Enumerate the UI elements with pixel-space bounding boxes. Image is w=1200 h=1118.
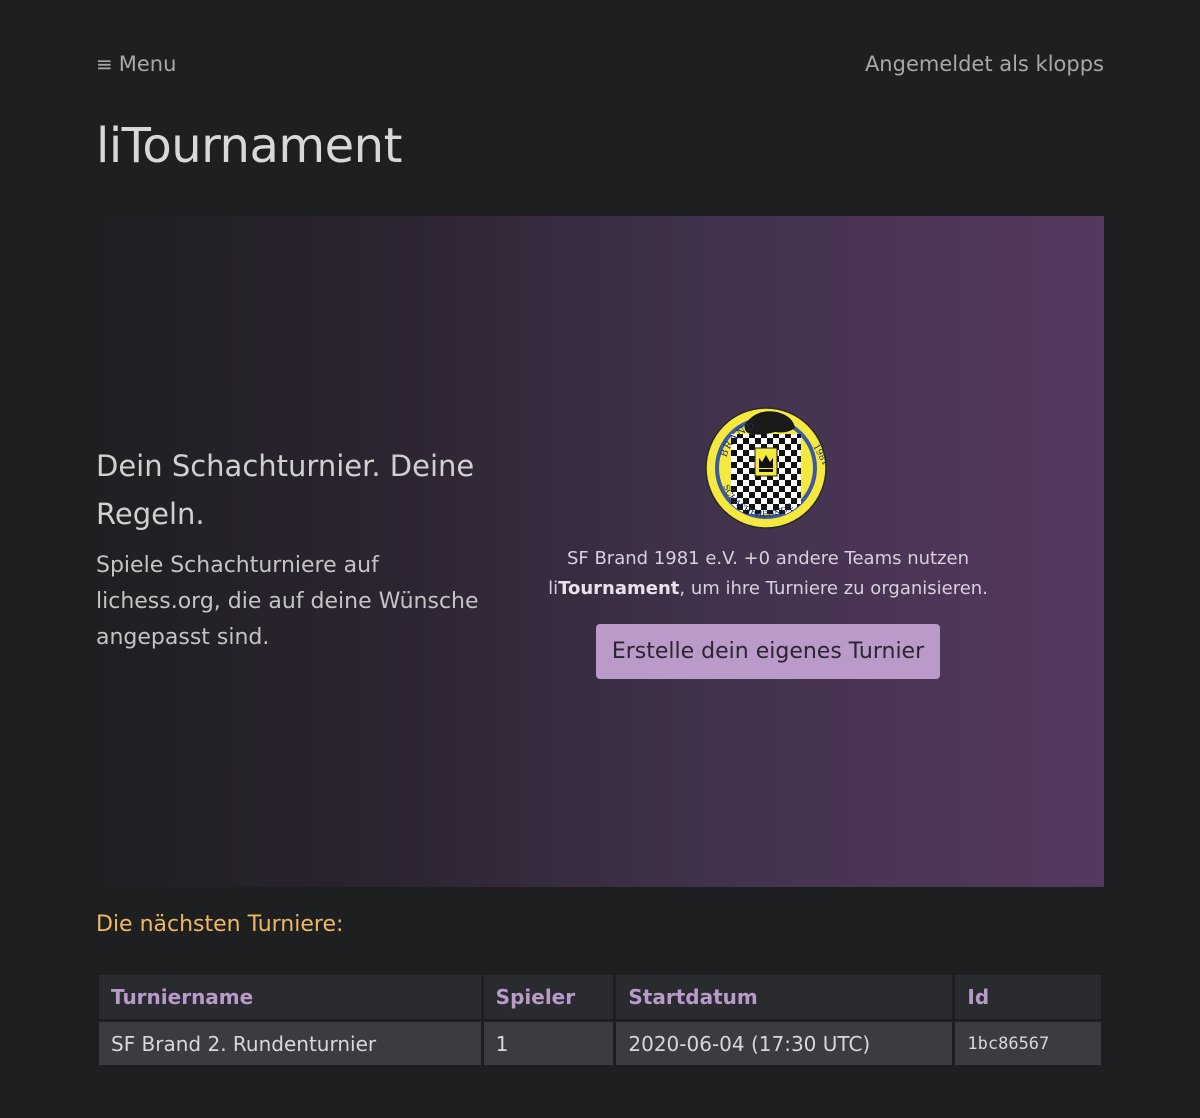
menu-button[interactable]: ≡ Menu bbox=[96, 52, 176, 76]
column-header-players[interactable]: Spieler bbox=[483, 975, 614, 1019]
hero-banner: Dein Schachturnier. Deine Regeln. Spiele… bbox=[96, 216, 1104, 887]
page-title: liTournament bbox=[96, 118, 402, 174]
upcoming-heading: Die nächsten Turniere: bbox=[96, 912, 344, 937]
column-header-start-date[interactable]: Startdatum bbox=[616, 975, 953, 1019]
tournament-id-cell: 1bc86567 bbox=[955, 1022, 1101, 1065]
teams-brand-bold: Tournament bbox=[558, 578, 680, 599]
top-bar: ≡ Menu Angemeldet als klopps bbox=[96, 50, 1104, 78]
hero-subtext: Spiele Schachturniere auf lichess.org, d… bbox=[96, 553, 479, 650]
hero-teams-panel: BRAND 1981 SCHACHFREUNDE SF Brand 1981 e… bbox=[526, 402, 1010, 679]
teams-brand-plain: li bbox=[548, 578, 559, 599]
teams-statement: SF Brand 1981 e.V. +0 andere Teams nutze… bbox=[526, 544, 1010, 604]
start-date-cell: 2020-06-04 (17:30 UTC) bbox=[616, 1022, 953, 1065]
logged-in-user: Angemeldet als klopps bbox=[864, 52, 1104, 76]
teams-suffix: , um ihre Turniere zu organisieren. bbox=[679, 578, 988, 599]
club-logo: BRAND 1981 SCHACHFREUNDE bbox=[705, 407, 830, 529]
tournament-name-cell[interactable]: SF Brand 2. Rundenturnier bbox=[99, 1022, 481, 1065]
column-header-id[interactable]: Id bbox=[955, 975, 1101, 1019]
player-count-cell: 1 bbox=[483, 1022, 614, 1065]
hamburger-icon: ≡ bbox=[96, 52, 113, 76]
create-tournament-button[interactable]: Erstelle dein eigenes Turnier bbox=[595, 624, 941, 679]
upcoming-tournaments-table: Turniername Spieler Startdatum Id SF Bra… bbox=[96, 972, 1104, 1068]
column-header-name[interactable]: Turniername bbox=[99, 975, 481, 1019]
hero-headline: Dein Schachturnier. Deine Regeln. bbox=[96, 449, 475, 531]
teams-count-text: SF Brand 1981 e.V. +0 andere Teams nutze… bbox=[566, 548, 970, 569]
hero-intro: Dein Schachturnier. Deine Regeln. Spiele… bbox=[96, 442, 486, 656]
menu-label: Menu bbox=[118, 52, 177, 76]
table-row[interactable]: SF Brand 2. Rundenturnier 1 2020-06-04 (… bbox=[99, 1022, 1101, 1065]
table-header-row: Turniername Spieler Startdatum Id bbox=[99, 975, 1101, 1019]
